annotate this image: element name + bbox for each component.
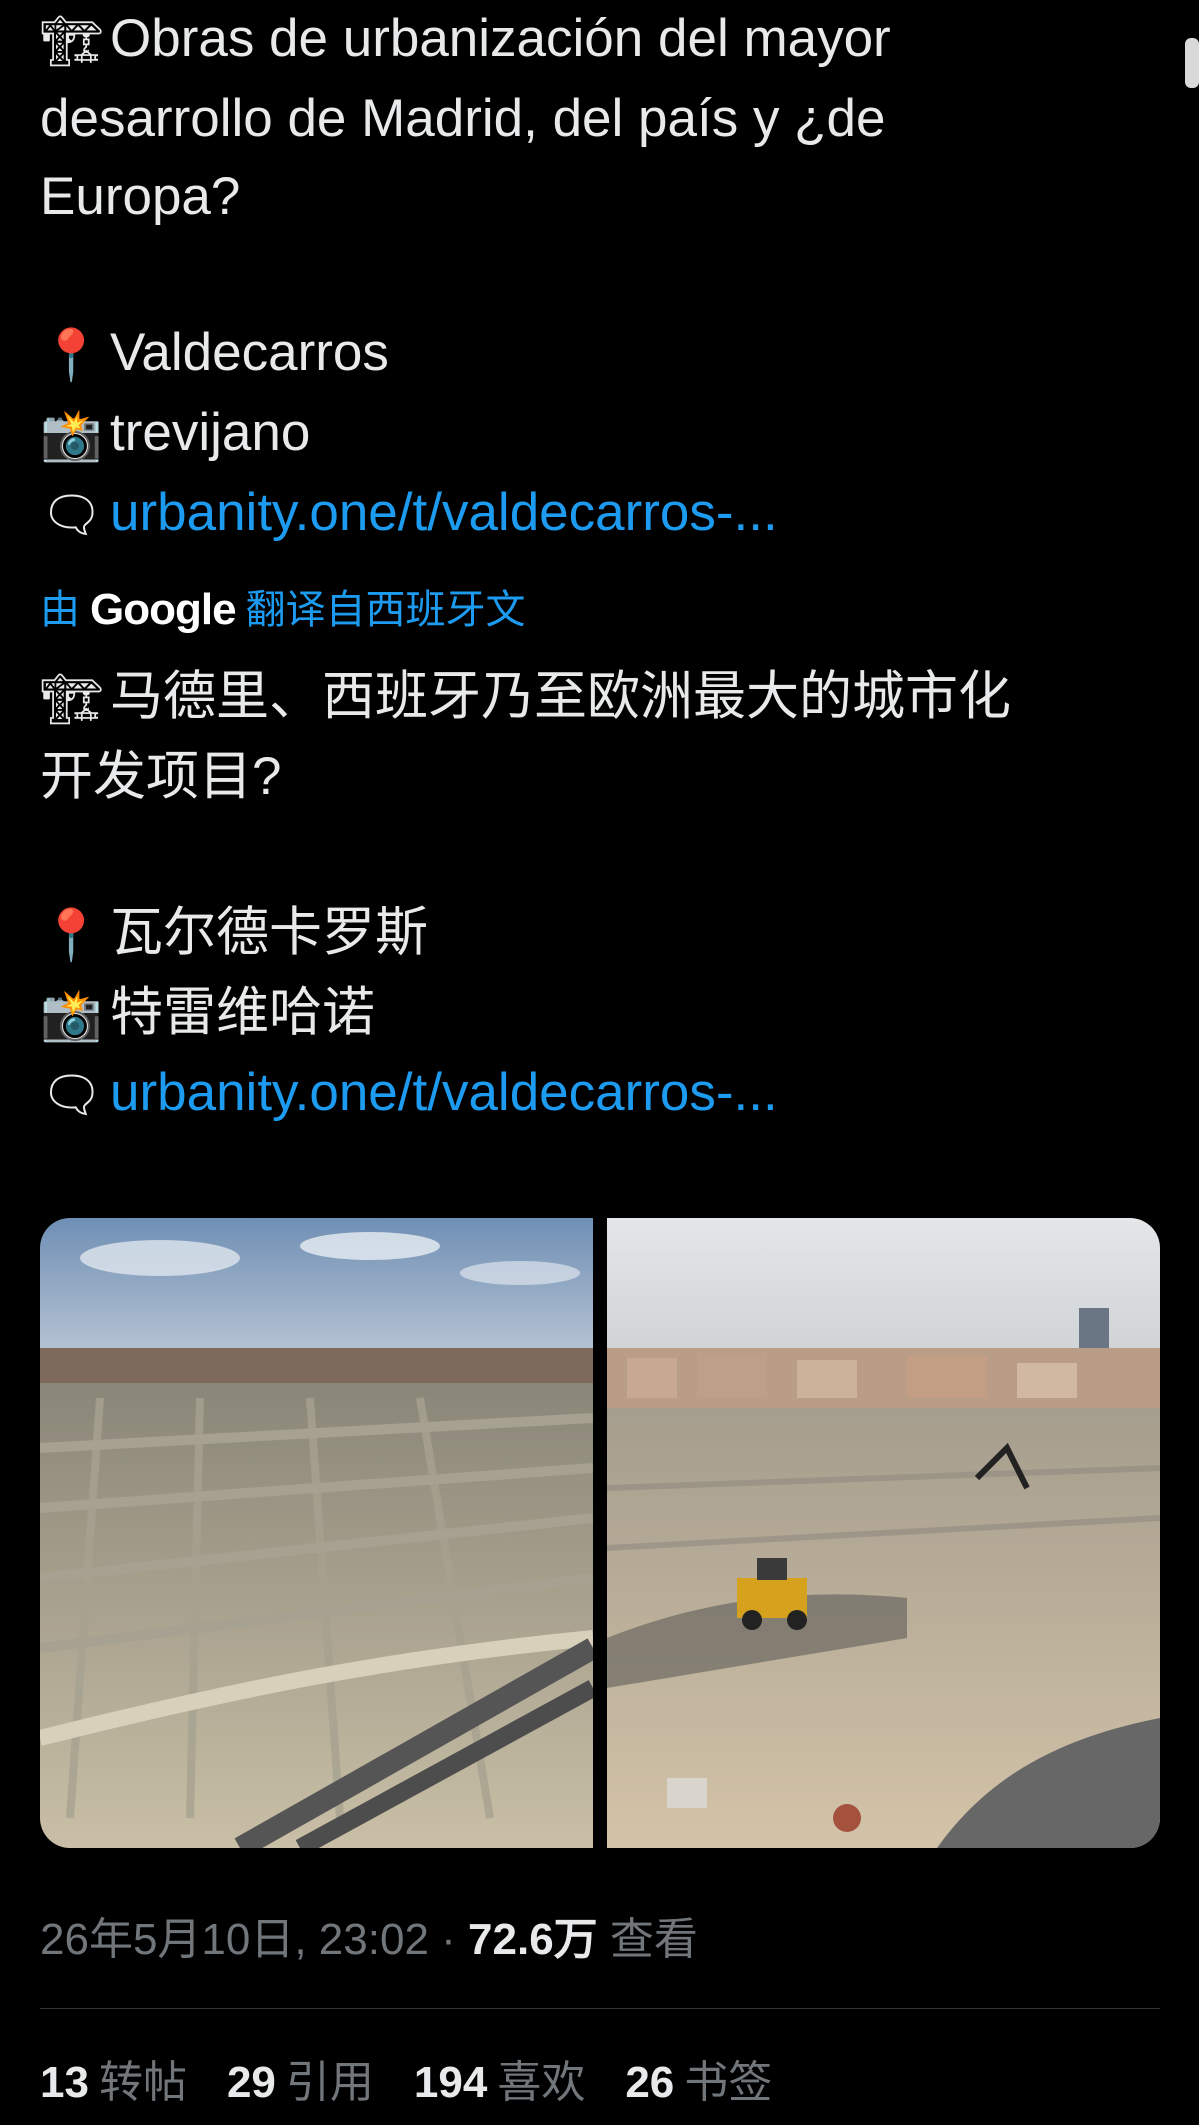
original-location: Valdecarros xyxy=(110,323,389,382)
translated-text: 🏗 马德里、西班牙乃至欧洲最大的城市化 开发项目? 📍 瓦尔德卡罗斯 📸 特雷维哈诺 … xyxy=(40,658,1160,1134)
post-timestamp[interactable]: 26年5月10日, 23:02 xyxy=(40,1915,429,1964)
repost-count-link[interactable]: 13 转帖 xyxy=(40,2053,187,2113)
view-count: 72.6万 xyxy=(468,1915,598,1964)
divider xyxy=(40,2008,1160,2009)
post: 🏗 Obras de urbanización del mayor desarro… xyxy=(40,0,1160,2113)
view-count-label: 查看 xyxy=(609,1915,698,1964)
like-count: 194 xyxy=(413,2058,488,2107)
translated-line-2: 开发项目? xyxy=(40,747,282,806)
pin-icon: 📍 xyxy=(40,327,103,383)
google-logo: Google xyxy=(90,585,237,634)
like-label: 喜欢 xyxy=(497,2058,586,2107)
media-grid xyxy=(40,1218,1160,1848)
original-line-1: Obras de urbanización del mayor xyxy=(110,9,891,68)
like-count-link[interactable]: 194 喜欢 xyxy=(414,2053,585,2113)
meta-separator: · xyxy=(441,1915,456,1964)
bookmark-count-link[interactable]: 26 书签 xyxy=(625,2053,772,2113)
engagement-stats: 13 转帖 29 引用 194 喜欢 26 书签 xyxy=(40,2053,1160,2113)
bookmark-count: 26 xyxy=(625,2058,675,2107)
translated-link[interactable]: urbanity.one/t/valdecarros-... xyxy=(110,1063,778,1122)
speech-bubble-icon: 🗨 xyxy=(40,487,104,543)
photo-aerial-construction-site[interactable] xyxy=(40,1218,593,1848)
bookmark-label: 书签 xyxy=(684,2058,773,2107)
quote-label: 引用 xyxy=(285,2058,374,2107)
original-camera-credit: trevijano xyxy=(110,403,311,462)
original-line-3: Europa? xyxy=(40,167,241,226)
original-link[interactable]: urbanity.one/t/valdecarros-... xyxy=(110,483,778,542)
crane-icon: 🏗 xyxy=(40,671,104,727)
translated-by-label: 由 xyxy=(40,588,80,632)
photo-ground-level-machinery[interactable] xyxy=(607,1218,1160,1848)
camera-icon: 📸 xyxy=(40,407,103,463)
repost-count: 13 xyxy=(40,2058,89,2107)
translated-camera-credit: 特雷维哈诺 xyxy=(110,983,375,1042)
speech-bubble-icon: 🗨 xyxy=(40,1067,104,1123)
original-text: 🏗 Obras de urbanización del mayor desarro… xyxy=(40,0,1160,554)
repost-label: 转帖 xyxy=(98,2058,187,2107)
crane-icon: 🏗 xyxy=(40,13,104,69)
original-line-2: desarrollo de Madrid, del país y ¿de xyxy=(40,89,886,148)
pin-icon: 📍 xyxy=(40,907,103,963)
translated-location: 瓦尔德卡罗斯 xyxy=(110,903,428,962)
translated-from-spanish-link[interactable]: 翻译自西班牙文 xyxy=(246,580,526,640)
scrollbar-thumb[interactable] xyxy=(1185,38,1199,88)
quote-count-link[interactable]: 29 引用 xyxy=(227,2053,374,2113)
quote-count: 29 xyxy=(226,2058,276,2107)
post-metadata: 26年5月10日, 23:02 · 72.6万 查看 xyxy=(40,1910,1160,1970)
translation-attribution: 由 Google 翻译自西班牙文 xyxy=(40,580,1160,640)
translated-line-1: 马德里、西班牙乃至欧洲最大的城市化 xyxy=(110,667,1011,726)
camera-icon: 📸 xyxy=(40,987,103,1043)
